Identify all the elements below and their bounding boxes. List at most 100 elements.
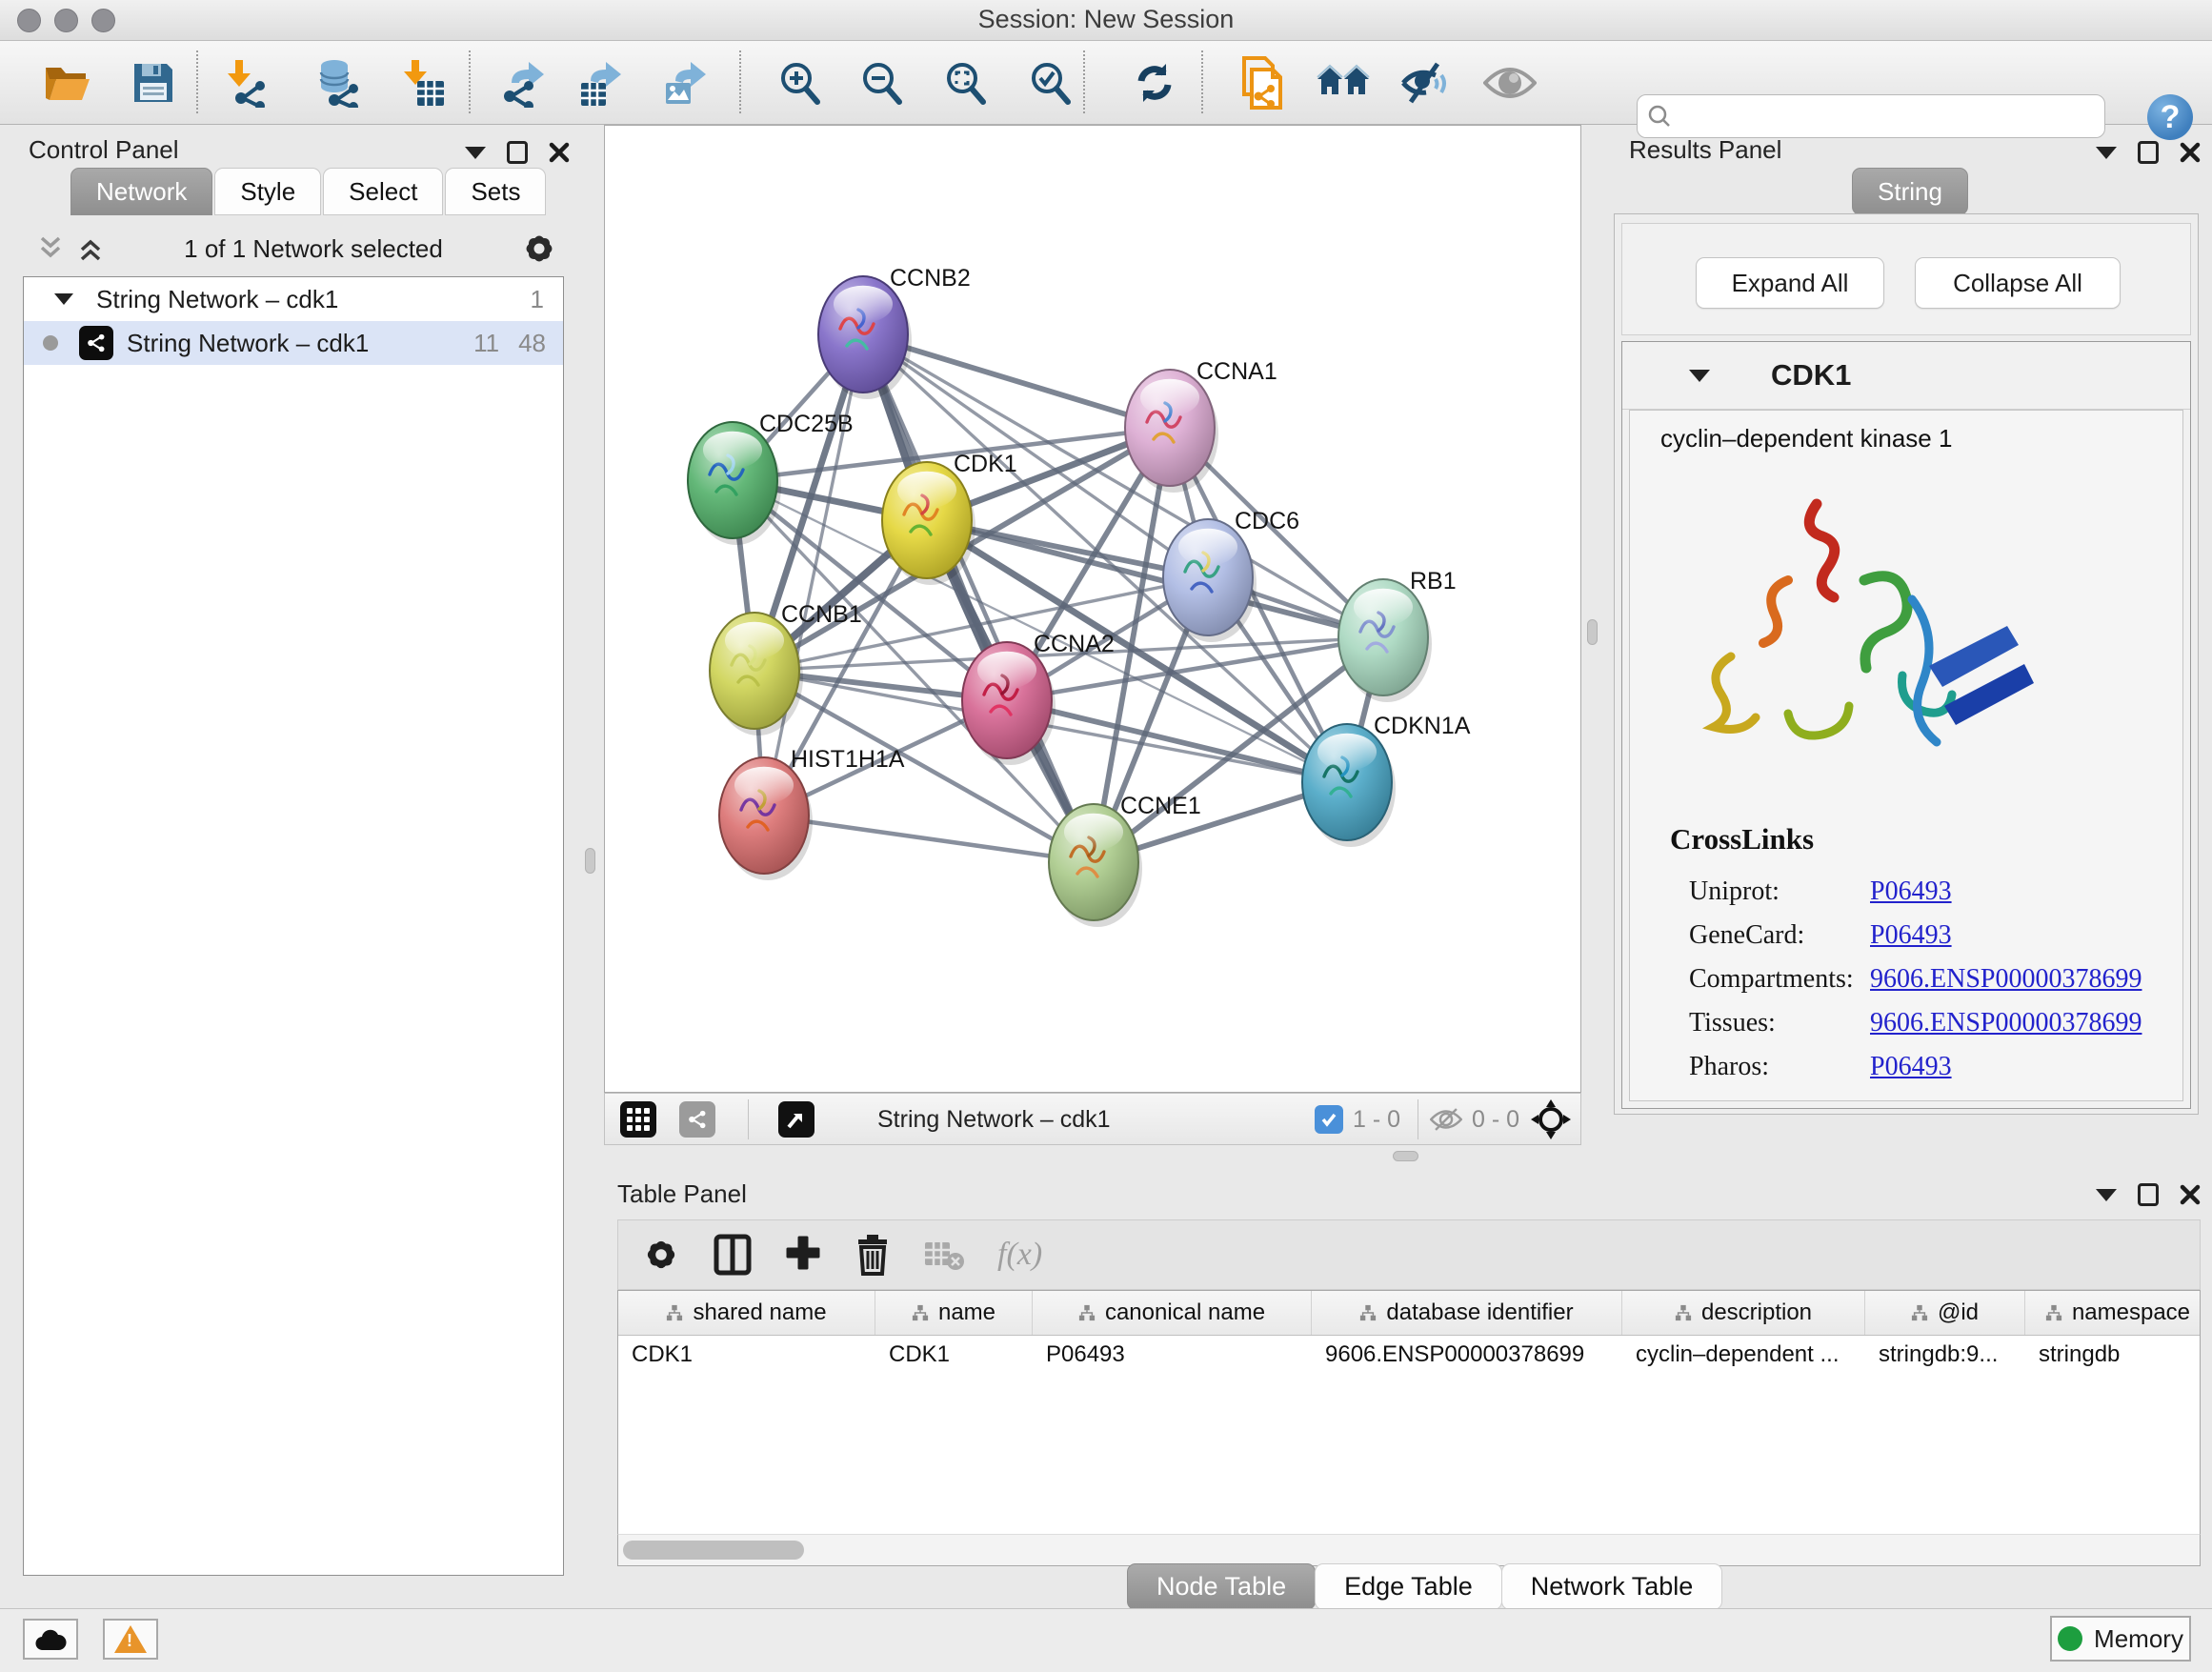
window-close-button[interactable] xyxy=(17,9,41,32)
collapse-all-icon[interactable] xyxy=(34,234,67,263)
panel-menu-icon[interactable] xyxy=(465,147,486,159)
table-cell[interactable]: CDK1 xyxy=(618,1336,875,1376)
warnings-button[interactable] xyxy=(103,1619,158,1660)
tab-edge-table[interactable]: Edge Table xyxy=(1315,1563,1502,1610)
network-collection-row[interactable]: String Network – cdk1 1 xyxy=(24,277,563,321)
close-panel-icon[interactable] xyxy=(2180,1184,2201,1205)
network-node-ccne1[interactable]: CCNE1 xyxy=(1049,793,1201,927)
expand-all-button[interactable]: Expand All xyxy=(1696,257,1884,309)
refresh-button[interactable] xyxy=(1126,52,1183,113)
tab-node-table[interactable]: Node Table xyxy=(1127,1563,1316,1610)
window-minimize-button[interactable] xyxy=(54,9,78,32)
crosslink-value-link[interactable]: P06493 xyxy=(1870,876,1952,907)
export-network-button[interactable] xyxy=(496,52,553,113)
crosslink-value-link[interactable]: P06493 xyxy=(1870,920,1952,951)
gene-collapse-icon[interactable] xyxy=(1689,370,1710,382)
table-cell[interactable]: P06493 xyxy=(1033,1336,1312,1376)
network-canvas[interactable]: CCNB2CCNA1CDC25BCDK1CDC6RB1CCNB1CCNA2CDK… xyxy=(604,125,1581,1093)
table-horizontal-scrollbar[interactable] xyxy=(617,1534,2201,1566)
panel-menu-icon[interactable] xyxy=(2096,1189,2117,1201)
hide-selected-button[interactable] xyxy=(1397,52,1454,113)
tab-sets[interactable]: Sets xyxy=(445,168,546,215)
zoom-in-button[interactable] xyxy=(771,52,828,113)
table-cell[interactable]: 9606.ENSP00000378699 xyxy=(1312,1336,1622,1376)
right-splitter-handle[interactable] xyxy=(1587,619,1598,645)
zoom-fit-button[interactable] xyxy=(936,52,994,113)
tab-select[interactable]: Select xyxy=(323,168,443,215)
scrollbar-thumb[interactable] xyxy=(623,1541,804,1560)
column-header-canonical-name[interactable]: canonical name xyxy=(1033,1291,1312,1335)
search-input[interactable] xyxy=(1679,102,2095,131)
show-all-button[interactable] xyxy=(1481,52,1538,113)
network-share-button[interactable] xyxy=(679,1101,715,1138)
network-graph[interactable]: CCNB2CCNA1CDC25BCDK1CDC6RB1CCNB1CCNA2CDK… xyxy=(605,126,1580,1092)
column-header-description[interactable]: description xyxy=(1622,1291,1865,1335)
export-table-button[interactable] xyxy=(573,52,631,113)
collection-expand-icon[interactable] xyxy=(54,293,73,305)
float-panel-icon[interactable] xyxy=(2138,141,2159,164)
expand-all-icon[interactable] xyxy=(74,234,107,263)
column-header-name[interactable]: name xyxy=(875,1291,1033,1335)
left-splitter-handle[interactable] xyxy=(585,848,595,874)
open-in-window-button[interactable] xyxy=(778,1101,814,1138)
network-node-ccna2[interactable]: CCNA2 xyxy=(962,631,1115,765)
delete-column-icon[interactable] xyxy=(855,1234,891,1276)
panel-menu-icon[interactable] xyxy=(2096,147,2117,159)
tab-string[interactable]: String xyxy=(1852,168,1968,215)
gene-card-header[interactable]: CDK1 xyxy=(1622,342,2190,410)
float-panel-icon[interactable] xyxy=(507,141,528,164)
add-column-icon[interactable] xyxy=(784,1236,822,1274)
column-header-namespace[interactable]: namespace xyxy=(2025,1291,2201,1335)
close-panel-icon[interactable] xyxy=(2180,142,2201,163)
network-node-ccnb2[interactable]: CCNB2 xyxy=(818,265,971,399)
table-options-gear-icon[interactable] xyxy=(641,1235,681,1275)
import-network-file-button[interactable] xyxy=(218,52,275,113)
first-neighbors-button[interactable] xyxy=(1316,52,1373,113)
close-panel-icon[interactable] xyxy=(549,142,570,163)
open-session-button[interactable] xyxy=(38,52,95,113)
crosslink-value-link[interactable]: 9606.ENSP00000378699 xyxy=(1870,1008,2142,1038)
collapse-all-button[interactable]: Collapse All xyxy=(1915,257,2121,309)
tab-network[interactable]: Network xyxy=(70,168,212,215)
memory-button[interactable]: Memory xyxy=(2050,1616,2191,1662)
export-image-button[interactable] xyxy=(658,52,715,113)
network-from-selection-button[interactable] xyxy=(1235,52,1292,113)
show-columns-icon[interactable] xyxy=(714,1234,752,1276)
cloud-button[interactable] xyxy=(23,1619,78,1660)
zoom-out-button[interactable] xyxy=(853,52,910,113)
network-node-ccnb1[interactable]: CCNB1 xyxy=(710,601,862,735)
table-cell[interactable]: stringdb:9... xyxy=(1865,1336,2025,1376)
network-node-hist1h1a[interactable]: HIST1H1A xyxy=(719,746,905,880)
crosslink-value-link[interactable]: 9606.ENSP00000378699 xyxy=(1870,964,2142,995)
zoom-selected-button[interactable] xyxy=(1021,52,1078,113)
network-edge[interactable] xyxy=(1007,700,1347,782)
tab-style[interactable]: Style xyxy=(214,168,321,215)
tab-network-table[interactable]: Network Table xyxy=(1501,1563,1723,1610)
help-button[interactable]: ? xyxy=(2147,94,2193,140)
crosslink-label: Uniprot: xyxy=(1689,876,1870,907)
selected-count-checkbox[interactable] xyxy=(1315,1105,1343,1134)
column-header-database-identifier[interactable]: database identifier xyxy=(1312,1291,1622,1335)
table-row[interactable]: CDK1CDK1P064939606.ENSP00000378699cyclin… xyxy=(618,1336,2200,1376)
network-node-rb1[interactable]: RB1 xyxy=(1338,568,1457,702)
crosslink-value-link[interactable]: P06493 xyxy=(1870,1052,1952,1082)
fit-selected-crosshair-button[interactable] xyxy=(1531,1099,1571,1144)
horizontal-splitter-handle[interactable] xyxy=(1393,1151,1418,1161)
network-options-gear-icon[interactable] xyxy=(520,230,558,268)
table-cell[interactable]: stringdb xyxy=(2025,1336,2201,1376)
table-cell[interactable]: CDK1 xyxy=(875,1336,1033,1376)
network-node-cdc25b[interactable]: CDC25B xyxy=(688,411,854,545)
network-node-cdkn1a[interactable]: CDKN1A xyxy=(1302,713,1471,847)
network-row[interactable]: String Network – cdk1 11 48 xyxy=(24,321,563,365)
network-edge[interactable] xyxy=(764,816,1094,862)
save-session-button[interactable] xyxy=(125,52,182,113)
column-header--id[interactable]: @id xyxy=(1865,1291,2025,1335)
birdseye-grid-button[interactable] xyxy=(620,1101,656,1138)
table-cell[interactable]: cyclin–dependent ... xyxy=(1622,1336,1865,1376)
window-zoom-button[interactable] xyxy=(91,9,115,32)
float-panel-icon[interactable] xyxy=(2138,1183,2159,1206)
column-header-shared-name[interactable]: shared name xyxy=(618,1291,875,1335)
import-table-button[interactable] xyxy=(394,52,452,113)
network-node-ccna1[interactable]: CCNA1 xyxy=(1125,358,1277,493)
import-network-database-button[interactable] xyxy=(310,52,367,113)
